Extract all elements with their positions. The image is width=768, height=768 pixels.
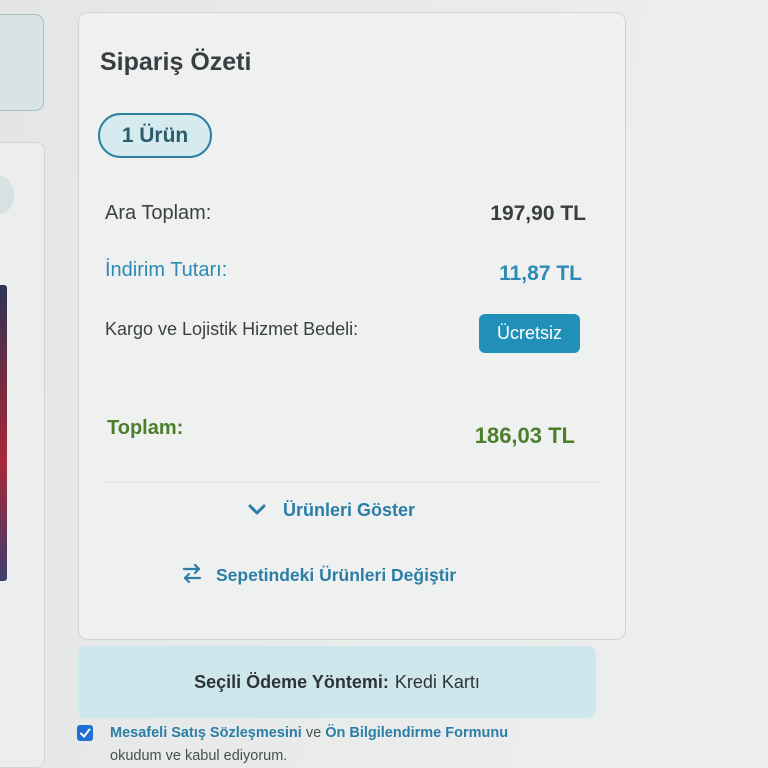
payment-method-label: Seçili Ödeme Yöntemi:	[194, 671, 389, 692]
agreement-line-1: Mesafeli Satış Sözleşmesini ve Ön Bilgil…	[110, 722, 580, 745]
swap-arrows-icon[interactable]	[180, 561, 204, 585]
chevron-down-icon[interactable]	[246, 499, 268, 521]
order-summary-title: Sipariş Özeti	[100, 48, 252, 76]
subtotal-value: 197,90 TL	[490, 202, 586, 225]
total-label: Toplam:	[107, 417, 184, 439]
preliminary-info-form-link[interactable]: Ön Bilgilendirme Formunu	[325, 725, 508, 741]
discount-value: 11,87 TL	[499, 262, 582, 285]
distance-sales-contract-link[interactable]: Mesafeli Satış Sözleşmesini	[110, 725, 302, 741]
selected-payment-method: Seçili Ödeme Yöntemi: Kredi Kartı	[78, 646, 596, 718]
agreement-connector: ve	[305, 725, 322, 741]
change-products-link[interactable]: Sepetindeki Ürünleri Değiştir	[216, 563, 456, 587]
checkmark-icon	[80, 728, 91, 738]
shipping-label: Kargo ve Lojistik Hizmet Bedeli:	[105, 319, 359, 339]
shipping-value: Ücretsiz	[496, 323, 562, 343]
agreement-checkbox[interactable]	[77, 725, 93, 741]
total-value: 186,03 TL	[474, 423, 575, 448]
agreement-text: Mesafeli Satış Sözleşmesini ve Ön Bilgil…	[110, 722, 580, 768]
item-count-badge: 1 Ürün	[98, 113, 212, 158]
shipping-free-badge: Ücretsiz	[479, 314, 580, 353]
discount-label: İndirim Tutarı:	[105, 259, 228, 281]
agreement-suffix: okudum ve kabul ediyorum.	[110, 748, 288, 764]
left-partial-card[interactable]	[0, 14, 44, 111]
payment-method-value: Kredi Kartı	[394, 671, 480, 692]
item-count-label: 1 Ürün	[121, 123, 189, 147]
show-products-link[interactable]: Ürünleri Göster	[283, 498, 415, 522]
summary-divider	[100, 482, 600, 483]
subtotal-label: Ara Toplam:	[105, 202, 212, 224]
product-image-edge	[0, 285, 7, 581]
